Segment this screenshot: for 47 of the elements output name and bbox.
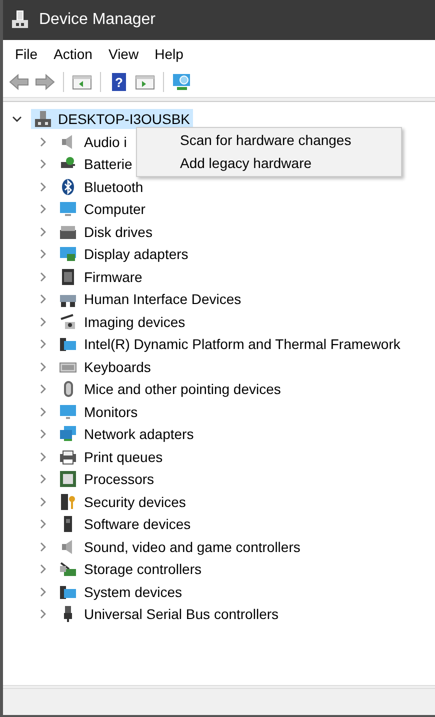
monitor-scan-icon[interactable] xyxy=(171,71,193,93)
tree-item[interactable]: Processors xyxy=(84,471,154,488)
device-manager-icon xyxy=(11,10,29,30)
tree-item[interactable]: Computer xyxy=(84,201,146,218)
tree-item[interactable]: Security devices xyxy=(84,494,186,510)
tree-item[interactable]: Monitors xyxy=(84,404,138,420)
tree-item[interactable]: Mice and other pointing devices xyxy=(84,381,281,398)
tree-item[interactable]: Keyboards xyxy=(84,358,151,375)
tree-item[interactable]: Universal Serial Bus controllers xyxy=(84,606,279,622)
tree-item[interactable]: Human Interface Devices xyxy=(84,291,242,308)
chip-icon xyxy=(59,268,77,286)
system-board-icon xyxy=(59,335,77,354)
bluetooth-icon xyxy=(59,178,77,196)
tree-item[interactable]: Network adapters xyxy=(84,426,194,442)
window-title: Device Manager xyxy=(39,11,156,29)
menu-item[interactable]: Action xyxy=(48,44,98,64)
tree-item[interactable]: Storage controllers xyxy=(84,561,202,578)
tree-item[interactable]: Bluetooth xyxy=(84,178,144,195)
security-key-icon xyxy=(59,492,77,511)
menu-item[interactable]: View xyxy=(102,44,145,64)
monitor-icon xyxy=(59,200,77,218)
tree-item[interactable]: DESKTOP-I3OUSBK xyxy=(31,109,194,130)
camera-icon xyxy=(59,312,77,331)
display-adapter-icon xyxy=(59,245,77,264)
tree-item[interactable]: Firmware xyxy=(84,268,142,285)
menu-item[interactable]: Help xyxy=(148,44,190,64)
tree-item[interactable]: Disk drives xyxy=(84,224,152,240)
monitor-icon xyxy=(59,402,77,421)
tree-item[interactable]: Intel(R) Dynamic Platform and Thermal Framework xyxy=(84,336,400,352)
storage-icon xyxy=(59,560,77,578)
tree-item[interactable]: Print queues xyxy=(84,448,163,465)
context-menu-item[interactable]: Add legacy hardware xyxy=(137,152,402,175)
back-arrow-icon[interactable] xyxy=(8,71,30,93)
tree-item[interactable]: Sound, video and game controllers xyxy=(84,538,300,555)
tree-item[interactable]: Audio i xyxy=(84,134,127,150)
tree-item[interactable]: System devices xyxy=(84,584,182,600)
forward-arrow-icon[interactable] xyxy=(34,71,56,93)
tree-item[interactable]: Software devices xyxy=(84,516,191,532)
processor-icon xyxy=(59,470,77,488)
tree-item[interactable]: Display adapters xyxy=(84,246,188,262)
context-menu-item[interactable]: Scan for hardware changes xyxy=(137,129,402,152)
printer-icon xyxy=(59,448,77,466)
tree-item[interactable]: Batterie xyxy=(84,156,132,172)
tree-item[interactable]: Imaging devices xyxy=(84,314,186,330)
network-icon xyxy=(59,425,77,444)
computer-tower-icon xyxy=(34,110,52,128)
menu-item[interactable]: File xyxy=(9,44,44,64)
